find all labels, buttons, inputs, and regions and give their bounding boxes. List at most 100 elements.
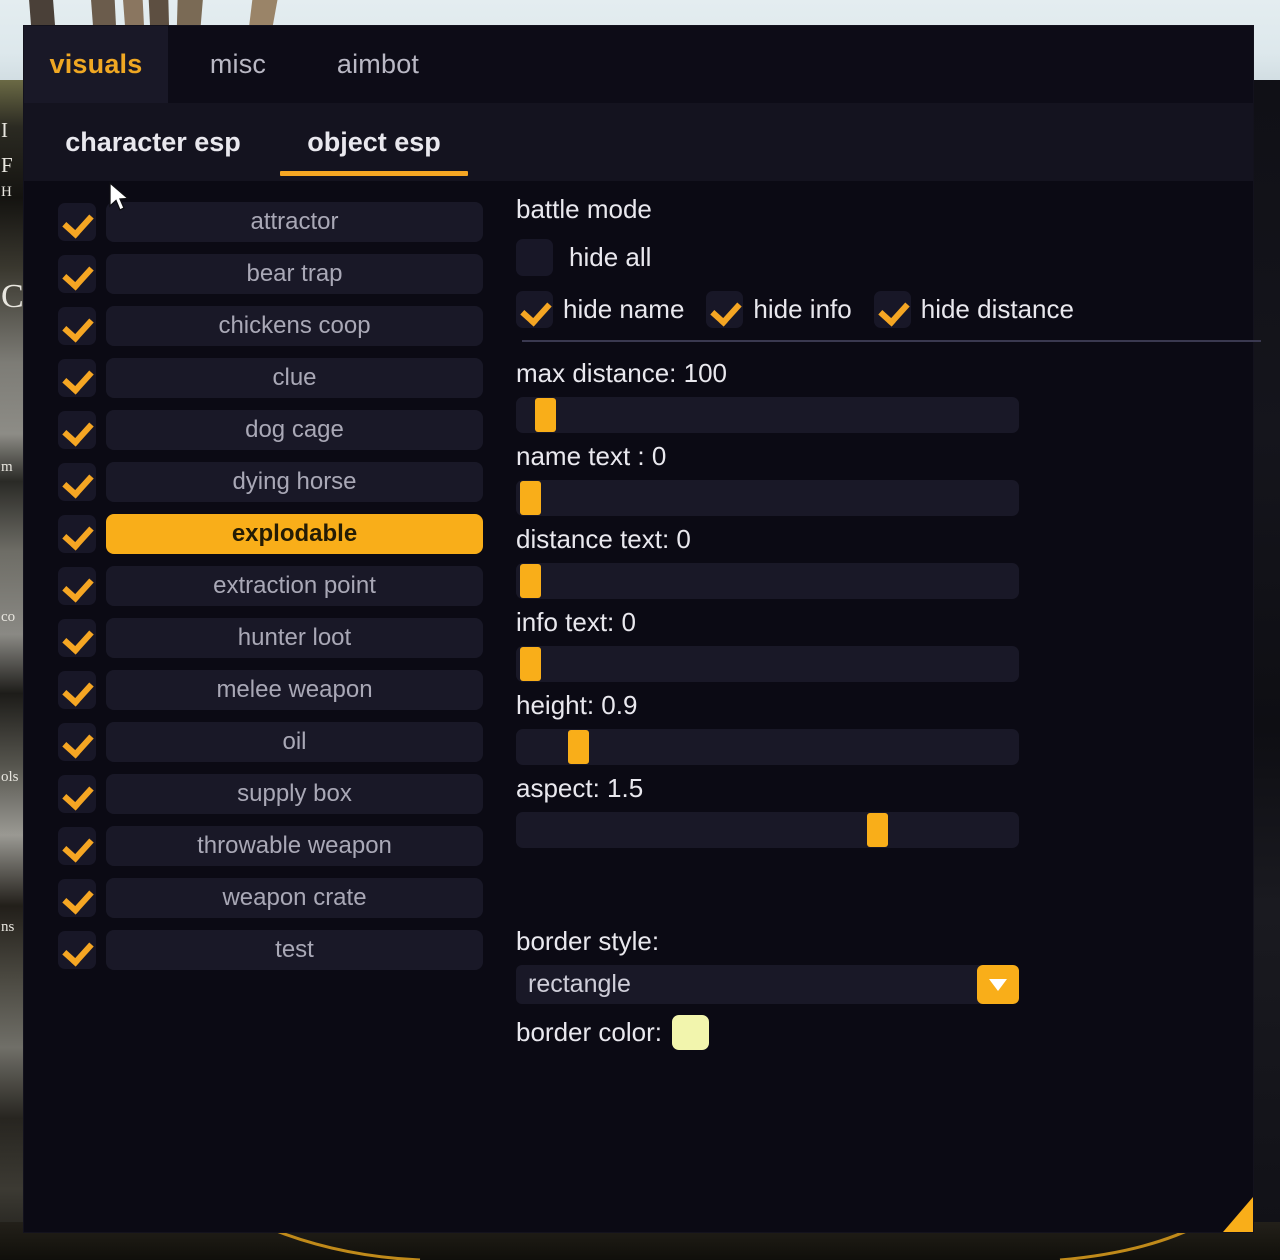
object-checkbox[interactable] <box>58 307 96 345</box>
slider-track[interactable] <box>516 480 1019 516</box>
border-style-label: border style: <box>516 926 660 956</box>
slider-label: info text: 0 <box>516 607 636 637</box>
object-label[interactable]: melee weapon <box>106 670 483 710</box>
object-label[interactable]: throwable weapon <box>106 826 483 866</box>
object-checkbox[interactable] <box>58 359 96 397</box>
tab-misc[interactable]: misc <box>168 26 308 103</box>
object-row[interactable]: weapon crate <box>58 878 483 918</box>
hide-distance-checkbox[interactable] <box>873 291 911 328</box>
subtab-object-esp-label: object esp <box>307 126 441 157</box>
slider-block: name text : 0 <box>516 440 1246 516</box>
object-checkbox[interactable] <box>58 255 96 293</box>
object-checkbox[interactable] <box>58 671 96 709</box>
slider-handle[interactable] <box>568 730 590 764</box>
hide-info-row[interactable]: hide info <box>706 291 852 328</box>
object-row[interactable]: test <box>58 930 483 970</box>
subtab-character-esp[interactable]: character esp <box>59 103 247 181</box>
object-label[interactable]: explodable <box>106 514 483 554</box>
object-checkbox[interactable] <box>58 203 96 241</box>
slider-block: aspect: 1.5 <box>516 772 1246 848</box>
resize-grip-icon[interactable] <box>1223 1197 1253 1232</box>
object-checkbox[interactable] <box>58 775 96 813</box>
tab-aimbot[interactable]: aimbot <box>308 26 448 103</box>
slider-label: distance text: 0 <box>516 524 691 554</box>
chevron-down-icon[interactable] <box>977 965 1019 1004</box>
battle-mode-title: battle mode <box>516 194 652 224</box>
object-row[interactable]: hunter loot <box>58 618 483 658</box>
object-label[interactable]: oil <box>106 722 483 762</box>
hide-name-label: hide name <box>563 294 685 324</box>
object-label[interactable]: hunter loot <box>106 618 483 658</box>
object-row[interactable]: supply box <box>58 774 483 814</box>
object-row[interactable]: extraction point <box>58 566 483 606</box>
hide-all-checkbox[interactable] <box>516 239 553 276</box>
object-checkbox[interactable] <box>58 567 96 605</box>
object-row[interactable]: melee weapon <box>58 670 483 710</box>
slider-handle[interactable] <box>535 398 557 432</box>
slider-track[interactable] <box>516 563 1019 599</box>
object-label[interactable]: chickens coop <box>106 306 483 346</box>
slider-block: info text: 0 <box>516 606 1246 682</box>
object-row[interactable]: dying horse <box>58 462 483 502</box>
slider-handle[interactable] <box>519 647 541 681</box>
slider-block: distance text: 0 <box>516 523 1246 599</box>
object-row[interactable]: dog cage <box>58 410 483 450</box>
game-scene-right-edge <box>1254 80 1280 1260</box>
object-row[interactable]: explodable <box>58 514 483 554</box>
hide-name-row[interactable]: hide name <box>516 291 684 328</box>
sub-tab-bar: character esp object esp <box>24 103 1253 181</box>
slider-track[interactable] <box>516 729 1019 765</box>
object-label[interactable]: extraction point <box>106 566 483 606</box>
border-color-row: border color: <box>516 1015 1246 1050</box>
object-esp-settings: battle mode hide all hide name hide info <box>516 181 1261 1232</box>
border-style-dropdown[interactable]: rectangle <box>516 965 1019 1004</box>
object-label[interactable]: bear trap <box>106 254 483 294</box>
screen: I F H C m co ols ns visuals misc aimbot … <box>0 0 1280 1260</box>
slider-handle[interactable] <box>866 813 888 847</box>
subtab-object-esp[interactable]: object esp <box>280 103 468 181</box>
hide-all-row[interactable]: hide all <box>516 239 651 276</box>
hide-name-checkbox[interactable] <box>516 291 553 328</box>
object-row[interactable]: oil <box>58 722 483 762</box>
object-label[interactable]: attractor <box>106 202 483 242</box>
object-row[interactable]: throwable weapon <box>58 826 483 866</box>
object-checkbox[interactable] <box>58 931 96 969</box>
hide-distance-row[interactable]: hide distance <box>873 291 1074 328</box>
slider-block: max distance: 100 <box>516 357 1246 433</box>
object-label[interactable]: dying horse <box>106 462 483 502</box>
slider-block: height: 0.9 <box>516 689 1246 765</box>
object-row[interactable]: bear trap <box>58 254 483 294</box>
battle-mode-toggles: hide name hide info hide distance <box>516 291 1096 328</box>
slider-handle[interactable] <box>519 481 541 515</box>
object-checkbox[interactable] <box>58 827 96 865</box>
object-checkbox[interactable] <box>58 619 96 657</box>
slider-handle[interactable] <box>519 564 541 598</box>
object-label[interactable]: dog cage <box>106 410 483 450</box>
tab-visuals[interactable]: visuals <box>24 26 168 103</box>
object-label[interactable]: supply box <box>106 774 483 814</box>
object-row[interactable]: attractor <box>58 202 483 242</box>
slider-track[interactable] <box>516 812 1019 848</box>
object-checkbox[interactable] <box>58 411 96 449</box>
border-color-label: border color: <box>516 1017 662 1047</box>
subtab-active-underline <box>280 171 468 176</box>
subtab-character-esp-label: character esp <box>65 126 241 157</box>
object-checkbox[interactable] <box>58 515 96 553</box>
cheat-menu-panel: visuals misc aimbot character esp object… <box>24 26 1261 1232</box>
object-checkbox[interactable] <box>58 879 96 917</box>
hide-info-checkbox[interactable] <box>706 291 744 328</box>
hide-info-label: hide info <box>753 294 852 324</box>
object-checkbox[interactable] <box>58 463 96 501</box>
object-label[interactable]: weapon crate <box>106 878 483 918</box>
object-label[interactable]: test <box>106 930 483 970</box>
object-row[interactable]: chickens coop <box>58 306 483 346</box>
slider-track[interactable] <box>516 397 1019 433</box>
slider-label: name text : 0 <box>516 441 667 471</box>
border-settings: border style: rectangle border color: <box>516 925 1246 1050</box>
border-color-swatch[interactable] <box>671 1015 709 1050</box>
slider-track[interactable] <box>516 646 1019 682</box>
object-label[interactable]: clue <box>106 358 483 398</box>
object-row[interactable]: clue <box>58 358 483 398</box>
hide-all-label: hide all <box>569 242 652 272</box>
object-checkbox[interactable] <box>58 723 96 761</box>
